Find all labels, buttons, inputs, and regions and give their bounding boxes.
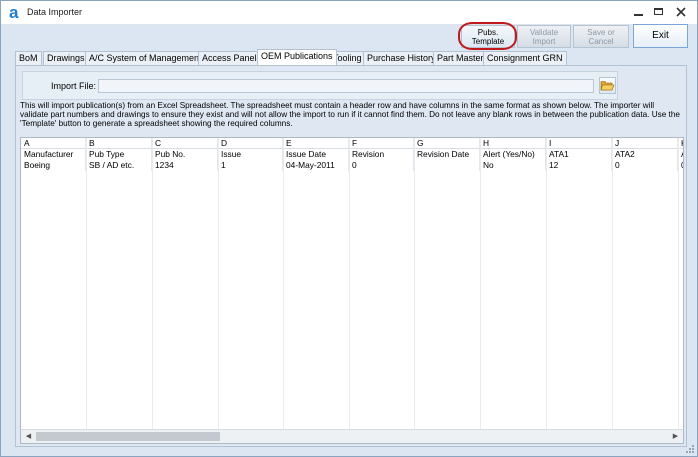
column-letter-cell: G bbox=[414, 138, 480, 149]
scroll-thumb[interactable] bbox=[36, 432, 220, 441]
grid-divider bbox=[414, 138, 415, 429]
column-letter-cell: H bbox=[480, 138, 546, 149]
column-letter-cell: B bbox=[86, 138, 152, 149]
validate-import-label-line2: Import bbox=[532, 37, 556, 46]
import-file-label: Import File: bbox=[51, 81, 97, 91]
browse-file-button[interactable] bbox=[599, 77, 616, 94]
grid-cell[interactable]: 04-May-2011 bbox=[283, 160, 349, 171]
horizontal-scrollbar[interactable]: ◀ ▶ bbox=[21, 429, 683, 443]
title-bar: a Data Importer bbox=[1, 1, 697, 25]
grid-cell[interactable]: Issue Date bbox=[283, 149, 349, 160]
app-logo-icon: a bbox=[9, 4, 19, 20]
grid-cell[interactable]: ATA2 bbox=[612, 149, 678, 160]
resize-grip-icon[interactable] bbox=[686, 445, 695, 454]
save-cancel-label-line1: Save or bbox=[587, 28, 615, 37]
scroll-left-icon[interactable]: ◀ bbox=[22, 431, 35, 442]
grid-cell[interactable]: Pub Type bbox=[86, 149, 152, 160]
grid-cell[interactable]: 1 bbox=[218, 160, 283, 171]
grid-cell[interactable]: No bbox=[480, 160, 546, 171]
tab-oem-publications[interactable]: OEM Publications bbox=[257, 49, 337, 65]
oem-publications-panel: Import File: This will import publicatio… bbox=[15, 65, 687, 447]
tab-ac-system-of-management[interactable]: A/C System of Management bbox=[85, 51, 206, 65]
validate-import-button[interactable]: Validate Import bbox=[517, 25, 571, 48]
import-file-field[interactable] bbox=[98, 79, 594, 93]
import-file-group: Import File: bbox=[22, 71, 618, 100]
grid-body: A B C D E F G H I J K Manufacturer Pub T… bbox=[21, 138, 683, 429]
tab-access-panels[interactable]: Access Panels bbox=[198, 51, 266, 65]
save-cancel-label-line2: Cancel bbox=[588, 37, 614, 46]
table-row[interactable]: Manufacturer Pub Type Pub No. Issue Issu… bbox=[21, 149, 683, 160]
minimize-icon bbox=[634, 14, 643, 16]
exit-button[interactable]: Exit bbox=[633, 24, 688, 48]
grid-cell[interactable]: Pub No. bbox=[152, 149, 218, 160]
maximize-button[interactable] bbox=[651, 5, 667, 19]
validate-import-label-line1: Validate bbox=[529, 28, 559, 37]
grid-cell[interactable]: Issue bbox=[218, 149, 283, 160]
svg-text:a: a bbox=[9, 4, 19, 20]
grid-cell[interactable]: SB / AD etc. bbox=[86, 160, 152, 171]
column-letter-cell: E bbox=[283, 138, 349, 149]
grid-divider bbox=[86, 138, 87, 429]
grid-divider bbox=[612, 138, 613, 429]
grid-cell[interactable]: 1234 bbox=[152, 160, 218, 171]
save-or-cancel-button[interactable]: Save or Cancel bbox=[573, 25, 629, 48]
grid-divider bbox=[678, 138, 679, 429]
tab-drawings[interactable]: Drawings bbox=[43, 51, 89, 65]
highlight-annotation bbox=[458, 22, 517, 50]
grid-cell[interactable]: Manufacturer bbox=[21, 149, 86, 160]
grid-cell[interactable]: 12 bbox=[546, 160, 612, 171]
window-title: Data Importer bbox=[27, 7, 83, 17]
column-letter-cell: A bbox=[21, 138, 86, 149]
grid-cell[interactable]: Boeing bbox=[21, 160, 86, 171]
grid-divider bbox=[283, 138, 284, 429]
grid-divider bbox=[218, 138, 219, 429]
maximize-icon bbox=[654, 8, 663, 15]
grid-divider bbox=[152, 138, 153, 429]
column-letter-cell: J bbox=[612, 138, 678, 149]
data-importer-window: a Data Importer Pubs. Template Validate … bbox=[0, 0, 698, 457]
grid-cell[interactable]: 0 bbox=[612, 160, 678, 171]
tab-strip: BoM Drawings A/C System of Management Ac… bbox=[15, 49, 685, 65]
close-icon bbox=[676, 7, 686, 17]
grid-divider bbox=[349, 138, 350, 429]
grid-cell[interactable]: Alert (Yes/No) bbox=[480, 149, 546, 160]
grid-divider bbox=[546, 138, 547, 429]
template-grid[interactable]: A B C D E F G H I J K Manufacturer Pub T… bbox=[20, 137, 684, 444]
grid-cell[interactable] bbox=[414, 160, 480, 171]
tab-consignment-grn[interactable]: Consignment GRN bbox=[483, 51, 567, 65]
table-row[interactable]: Boeing SB / AD etc. 1234 1 04-May-2011 0… bbox=[21, 160, 683, 171]
tab-bom[interactable]: BoM bbox=[15, 51, 42, 65]
column-letter-cell: F bbox=[349, 138, 414, 149]
import-instructions: This will import publication(s) from an … bbox=[20, 101, 680, 128]
column-letter-cell: C bbox=[152, 138, 218, 149]
close-button[interactable] bbox=[673, 5, 689, 19]
grid-cell[interactable]: Revision Date bbox=[414, 149, 480, 160]
scroll-right-icon[interactable]: ▶ bbox=[669, 431, 682, 442]
column-letter-row: A B C D E F G H I J K bbox=[21, 138, 683, 149]
grid-cell[interactable]: Revision bbox=[349, 149, 414, 160]
tab-part-master[interactable]: Part Master bbox=[433, 51, 488, 65]
minimize-button[interactable] bbox=[631, 5, 647, 19]
grid-divider bbox=[480, 138, 481, 429]
grid-cell[interactable]: 0 bbox=[349, 160, 414, 171]
tab-purchase-history[interactable]: Purchase History bbox=[363, 51, 440, 65]
column-letter-cell: D bbox=[218, 138, 283, 149]
folder-open-icon bbox=[600, 81, 615, 91]
grid-cell[interactable]: ATA1 bbox=[546, 149, 612, 160]
column-letter-cell: I bbox=[546, 138, 612, 149]
